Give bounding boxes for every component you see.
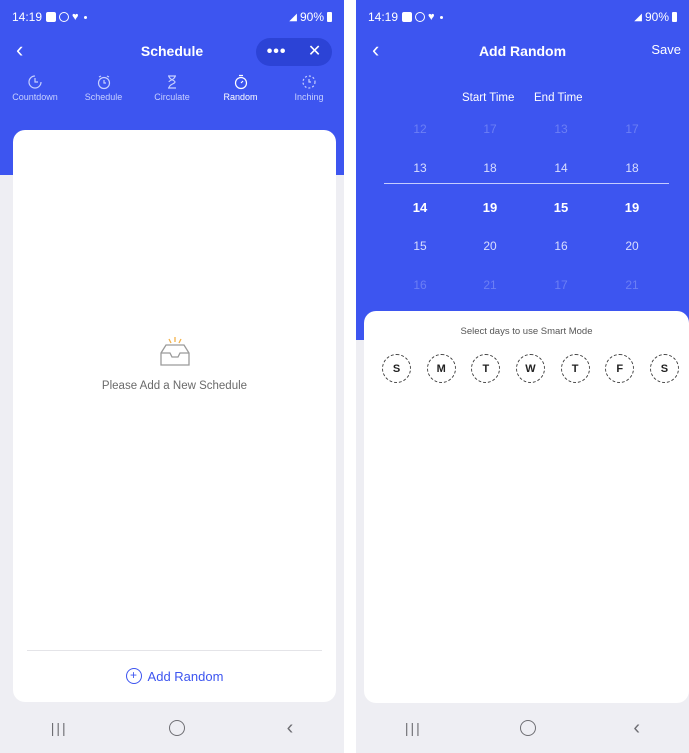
- alarm-clock-icon: [97, 75, 110, 90]
- notification-dot-icon: [83, 15, 87, 19]
- wheel-value: 17: [625, 122, 639, 136]
- wheel-value-selected: 14: [412, 200, 428, 215]
- stopwatch-icon: [234, 74, 247, 90]
- sync-icon: [415, 12, 426, 22]
- more-button[interactable]: •••: [267, 42, 287, 62]
- tab-label: Circulate: [154, 92, 190, 102]
- wheel-value: 12: [413, 122, 427, 136]
- home-button[interactable]: [169, 720, 186, 736]
- status-bar: 14:19 ♥ ◢ 90%: [368, 8, 677, 26]
- wheel-value: 20: [625, 239, 639, 253]
- recents-button[interactable]: |||: [405, 720, 422, 736]
- days-title: Select days to use Smart Mode: [460, 326, 593, 337]
- hourglass-icon: [168, 75, 176, 89]
- wifi-icon: ◢: [289, 11, 297, 23]
- add-random-screen: 14:19 ♥ ◢ 90% ‹ Add Random Save Start Ti…: [356, 0, 689, 753]
- tab-label: Schedule: [84, 92, 123, 102]
- start-hour-wheel[interactable]: 12 13 14 15 16: [400, 110, 440, 305]
- battery-icon: [672, 12, 677, 22]
- gallery-icon: [402, 12, 413, 22]
- tab-schedule[interactable]: Schedule: [73, 74, 135, 102]
- add-circle-icon: +: [125, 668, 142, 684]
- day-friday[interactable]: F: [605, 354, 635, 383]
- end-hour-wheel[interactable]: 13 14 15 16 17: [541, 110, 581, 305]
- end-minute-wheel[interactable]: 17 18 19 20 21: [612, 110, 652, 305]
- heart-icon: ♥: [72, 11, 79, 23]
- system-back-button[interactable]: ‹: [287, 717, 294, 740]
- tab-label: Random: [223, 92, 258, 102]
- wheel-value: 20: [483, 239, 497, 253]
- save-button[interactable]: Save: [651, 42, 681, 57]
- sync-icon: [59, 12, 70, 22]
- status-bar: 14:19 ♥ ◢ 90%: [12, 8, 332, 26]
- selection-line: [384, 183, 669, 184]
- day-thursday[interactable]: T: [560, 354, 590, 383]
- inching-icon: [302, 75, 316, 89]
- tab-label: Countdown: [12, 92, 58, 102]
- day-tuesday[interactable]: T: [471, 354, 501, 383]
- wheel-value: 21: [483, 278, 497, 292]
- tab-label: Inching: [294, 92, 324, 102]
- start-time-label: Start Time: [462, 92, 515, 104]
- schedule-card: Please Add a New Schedule + Add Random: [13, 130, 336, 702]
- notification-dot-icon: [439, 15, 443, 19]
- status-time: 14:19: [12, 10, 43, 24]
- day-wednesday[interactable]: W: [515, 354, 545, 383]
- end-time-label: End Time: [534, 92, 583, 104]
- wifi-icon: ◢: [634, 11, 642, 23]
- recents-button[interactable]: |||: [51, 720, 68, 736]
- tab-circulate[interactable]: Circulate: [141, 74, 203, 102]
- wheel-value: 17: [554, 278, 568, 292]
- mode-tabs: Countdown Schedule Circulate Random Inch…: [4, 74, 340, 102]
- system-nav-bar: ||| ‹: [356, 703, 689, 753]
- wheel-value-selected: 19: [482, 200, 498, 215]
- home-button[interactable]: [519, 720, 536, 736]
- countdown-icon: [28, 75, 42, 89]
- status-time: 14:19: [368, 10, 399, 24]
- empty-message: Please Add a New Schedule: [101, 380, 248, 392]
- tab-countdown[interactable]: Countdown: [4, 74, 66, 102]
- day-saturday[interactable]: S: [649, 354, 679, 383]
- page-title: Add Random: [478, 43, 567, 59]
- add-random-button[interactable]: + Add Random: [13, 668, 336, 684]
- capsule-menu: ••• ✕: [256, 38, 332, 66]
- schedule-screen: 14:19 ♥ ◢ 90% ‹ Schedule ••• ✕ Countdown…: [0, 0, 344, 753]
- wheel-value: 16: [554, 239, 568, 253]
- gallery-icon: [46, 12, 57, 22]
- wheel-value: 17: [483, 122, 497, 136]
- divider: [27, 650, 322, 651]
- days-sheet: Select days to use Smart Mode S M T W T …: [364, 311, 689, 703]
- wheel-value: 21: [625, 278, 639, 292]
- wheel-value: 16: [413, 278, 427, 292]
- empty-tray-icon: [160, 337, 190, 366]
- tab-inching[interactable]: Inching: [278, 74, 340, 102]
- day-selector: S M T W T F S: [382, 354, 679, 383]
- battery-percent: 90%: [644, 10, 669, 24]
- day-sunday[interactable]: S: [382, 354, 411, 383]
- system-back-button[interactable]: ‹: [633, 717, 640, 740]
- tab-random[interactable]: Random: [210, 74, 272, 102]
- start-minute-wheel[interactable]: 17 18 19 20 21: [470, 110, 510, 305]
- wheel-value: 15: [413, 239, 427, 253]
- battery-percent: 90%: [299, 10, 324, 24]
- wheel-value-selected: 15: [553, 200, 569, 215]
- time-picker[interactable]: 12 13 14 15 16 17 18 19 20 21 13 14 15 1…: [356, 110, 689, 300]
- add-random-label: Add Random: [147, 668, 224, 684]
- system-nav-bar: ||| ‹: [0, 703, 344, 753]
- close-button[interactable]: ✕: [308, 42, 321, 62]
- day-monday[interactable]: M: [426, 354, 456, 383]
- battery-icon: [327, 12, 332, 22]
- heart-icon: ♥: [428, 11, 435, 23]
- wheel-value: 13: [554, 122, 568, 136]
- wheel-value-selected: 19: [624, 200, 640, 215]
